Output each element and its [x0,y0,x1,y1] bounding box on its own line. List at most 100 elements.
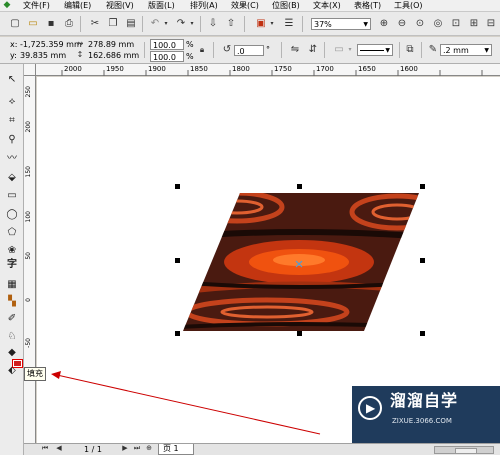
zoom-out-icon[interactable]: ⊖ [395,17,409,31]
chevron-down-icon: ▼ [484,47,489,54]
menu-item-file[interactable]: 文件(F) [23,1,50,11]
copy-icon[interactable]: ❐ [106,17,120,31]
print-icon[interactable]: ⎙ [62,17,76,31]
wrap-text-icon[interactable]: ▭ [332,43,346,57]
application-launcher-icon[interactable]: ▣ [254,17,268,31]
undo-dropdown-icon[interactable]: ▾ [162,17,170,31]
eyedropper-tool-icon[interactable]: ✐ [4,312,20,326]
zoom-page-height-icon[interactable]: ⊟ [484,17,498,31]
last-page-icon[interactable]: ⏭ [132,443,142,454]
mirror-horizontal-icon[interactable]: ⇋ [288,43,302,57]
vertical-ruler[interactable]: 250 200 150 100 50 0 -50 [24,76,36,455]
next-page-icon[interactable]: ▶ [120,443,130,454]
welcome-screen-icon[interactable]: ☰ [282,17,296,31]
property-bar: x: -1,725.359 mm y: 39.835 mm ↔ 278.89 m… [0,37,500,64]
save-icon[interactable]: ▪ [44,17,58,31]
rotation-angle-value: .0 [237,47,245,56]
zoom-tool-icon[interactable]: ⚲ [4,133,20,147]
menu-item-view[interactable]: 视图(V) [106,1,134,11]
shape-tool-icon[interactable]: ⟡ [4,95,20,109]
selection-handle-middle-right[interactable] [420,258,425,263]
menu-item-tools[interactable]: 工具(O) [394,1,423,11]
interactive-blend-tool-icon[interactable]: ▚ [4,295,20,309]
open-folder-icon[interactable]: ▭ [26,17,40,31]
undo-icon[interactable]: ↶ [148,17,162,31]
drawing-canvas[interactable]: ▶ 溜溜自学 ZIXUE.3066.COM [37,77,500,443]
import-icon[interactable]: ⇩ [206,17,220,31]
new-document-icon[interactable]: ▢ [8,17,22,31]
mirror-vertical-icon[interactable]: ⇵ [306,43,320,57]
selection-handle-top-left[interactable] [175,184,180,189]
horizontal-ruler[interactable]: 2000 1950 1900 1850 1800 1750 1700 1650 … [36,64,500,76]
table-tool-icon[interactable]: ▦ [4,278,20,292]
pick-tool-icon[interactable]: ↖ [4,73,20,87]
zoom-page-width-icon[interactable]: ⊞ [467,17,481,31]
outline-pen-tool-icon[interactable]: ♘ [4,330,20,344]
basic-shapes-tool-icon[interactable]: ❀ [4,244,20,258]
selection-handle-bottom-left[interactable] [175,331,180,336]
horizontal-scrollbar[interactable] [434,446,494,454]
page-tab[interactable]: 页 1 [158,444,194,455]
export-icon[interactable]: ⇧ [224,17,238,31]
outline-style-select[interactable]: ▼ [357,44,393,56]
fill-tool-icon[interactable]: ◆ [4,346,20,360]
zoom-to-selected-icon[interactable]: ⊙ [413,17,427,31]
ruler-tick-label: -50 [25,338,32,348]
menu-item-edit[interactable]: 编辑(E) [64,1,91,11]
selection-handle-bottom-center[interactable] [297,331,302,336]
first-page-icon[interactable]: ⏮ [40,443,50,454]
smart-fill-tool-icon[interactable]: ⬙ [4,171,20,185]
chevron-down-icon: ▼ [385,47,390,54]
polygon-tool-icon[interactable]: ⬠ [4,226,20,240]
zoom-to-all-objects-icon[interactable]: ◎ [431,17,445,31]
text-tool-icon[interactable]: 字 [4,258,20,272]
height-field[interactable]: 162.686 mm [88,51,139,61]
menu-item-table[interactable]: 表格(T) [354,1,381,11]
menu-item-arrange[interactable]: 排列(A) [190,1,218,11]
selection-handle-top-right[interactable] [420,184,425,189]
page-navigator: ⏮ ◀ 1 / 1 ▶ ⏭ ⊕ 页 1 [24,443,500,455]
rotation-angle-field[interactable]: .0 [234,45,264,56]
chevron-down-icon: ▼ [363,21,368,28]
add-page-icon[interactable]: ⊕ [144,443,154,454]
zoom-to-page-icon[interactable]: ⊡ [449,17,463,31]
width-field[interactable]: 278.89 mm [88,40,134,50]
crop-tool-icon[interactable]: ⌗ [4,114,20,128]
x-position-field[interactable]: -1,725.359 mm [20,40,82,50]
page-counter: 1 / 1 [84,445,102,454]
selection-handle-middle-left[interactable] [175,258,180,263]
menu-item-bitmaps[interactable]: 位图(B) [272,1,300,11]
scrollbar-thumb[interactable] [455,448,477,454]
zoom-level-select[interactable]: 37% ▼ [311,18,371,30]
ellipse-tool-icon[interactable]: ◯ [4,208,20,222]
outline-pen-icon: ✎ [428,44,438,55]
paste-icon[interactable]: ▤ [124,17,138,31]
x-label: x: [10,40,18,49]
scale-y-value: 100.0 [153,53,176,62]
lock-ratio-icon[interactable]: 🔒︎ [197,43,207,57]
cut-icon[interactable]: ✂ [88,17,102,31]
menu-item-text[interactable]: 文本(X) [313,1,341,11]
ruler-corner[interactable] [24,64,36,76]
launcher-dropdown-icon[interactable]: ▾ [268,17,276,31]
redo-icon[interactable]: ↷ [174,17,188,31]
previous-page-icon[interactable]: ◀ [54,443,64,454]
rectangle-tool-icon[interactable]: ▭ [4,189,20,203]
arrange-icon[interactable]: ⧉ [403,43,417,57]
zoom-in-icon[interactable]: ⊕ [377,17,391,31]
y-position-field[interactable]: 39.835 mm [20,51,66,61]
redo-dropdown-icon[interactable]: ▾ [188,17,196,31]
freehand-tool-icon[interactable]: 〰 [4,152,20,166]
menu-item-layout[interactable]: 版面(L) [148,1,175,11]
watermark-brand: 溜溜自学 [390,391,459,410]
scale-y-field[interactable]: 100.0 [150,51,184,62]
wrap-dropdown-icon[interactable]: ▾ [346,43,354,57]
outline-width-select[interactable]: .2 mm ▼ [440,44,492,56]
interactive-fill-tool-icon[interactable]: ⬖ [4,364,20,378]
ruler-tick-label: 50 [25,252,32,260]
selection-handle-top-center[interactable] [297,184,302,189]
scale-x-field[interactable]: 100.0 [150,39,184,50]
toolbox: ↖ ⟡ ⌗ ⚲ 〰 ⬙ ▭ ◯ ⬠ ❀ 字 ▦ ▚ ✐ ♘ ◆ ⬖ [0,64,24,455]
selection-handle-bottom-right[interactable] [420,331,425,336]
menu-item-effects[interactable]: 效果(C) [231,1,259,11]
